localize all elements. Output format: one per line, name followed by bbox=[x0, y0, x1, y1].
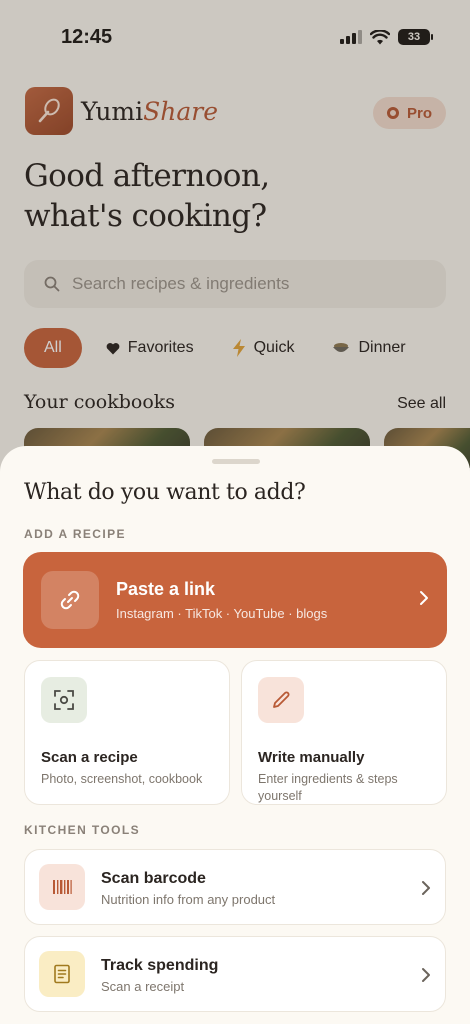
section-label-kitchen-tools: KITCHEN TOOLS bbox=[24, 823, 140, 837]
scan-barcode-subtitle: Nutrition info from any product bbox=[101, 892, 276, 907]
link-icon bbox=[41, 571, 99, 629]
paste-link-text: Paste a link Instagram · TikTok · YouTub… bbox=[116, 579, 327, 621]
scan-recipe-title: Scan a recipe bbox=[41, 749, 138, 766]
chevron-right-icon bbox=[420, 591, 428, 605]
chevron-right-icon bbox=[422, 968, 430, 982]
sheet-grabber[interactable] bbox=[212, 459, 260, 464]
section-label-add-recipe: ADD A RECIPE bbox=[24, 527, 126, 541]
pencil-icon bbox=[258, 677, 304, 723]
track-spending-title: Track spending bbox=[101, 957, 219, 974]
sheet-title: What do you want to add? bbox=[24, 480, 306, 505]
add-sheet: What do you want to add? ADD A RECIPE Pa… bbox=[0, 446, 470, 1024]
chevron-right-icon bbox=[422, 881, 430, 895]
paste-link-button[interactable]: Paste a link Instagram · TikTok · YouTub… bbox=[23, 552, 447, 648]
paste-link-subtitle: Instagram · TikTok · YouTube · blogs bbox=[116, 606, 328, 621]
receipt-icon bbox=[39, 951, 85, 997]
write-manually-button[interactable]: Write manually Enter ingredients & steps… bbox=[241, 660, 447, 805]
track-spending-button[interactable]: Track spending Scan a receipt bbox=[24, 936, 446, 1012]
write-manually-subtitle: Enter ingredients & steps yourself bbox=[258, 772, 398, 803]
write-manually-title: Write manually bbox=[258, 749, 365, 766]
scan-icon bbox=[41, 677, 87, 723]
scan-barcode-button[interactable]: Scan barcode Nutrition info from any pro… bbox=[24, 849, 446, 925]
barcode-icon bbox=[39, 864, 85, 910]
paste-link-title: Paste a link bbox=[116, 579, 216, 599]
track-spending-subtitle: Scan a receipt bbox=[101, 979, 185, 994]
scan-barcode-title: Scan barcode bbox=[101, 870, 206, 887]
scan-recipe-button[interactable]: Scan a recipe Photo, screenshot, cookboo… bbox=[24, 660, 230, 805]
scan-recipe-subtitle: Photo, screenshot, cookbook bbox=[41, 772, 203, 786]
